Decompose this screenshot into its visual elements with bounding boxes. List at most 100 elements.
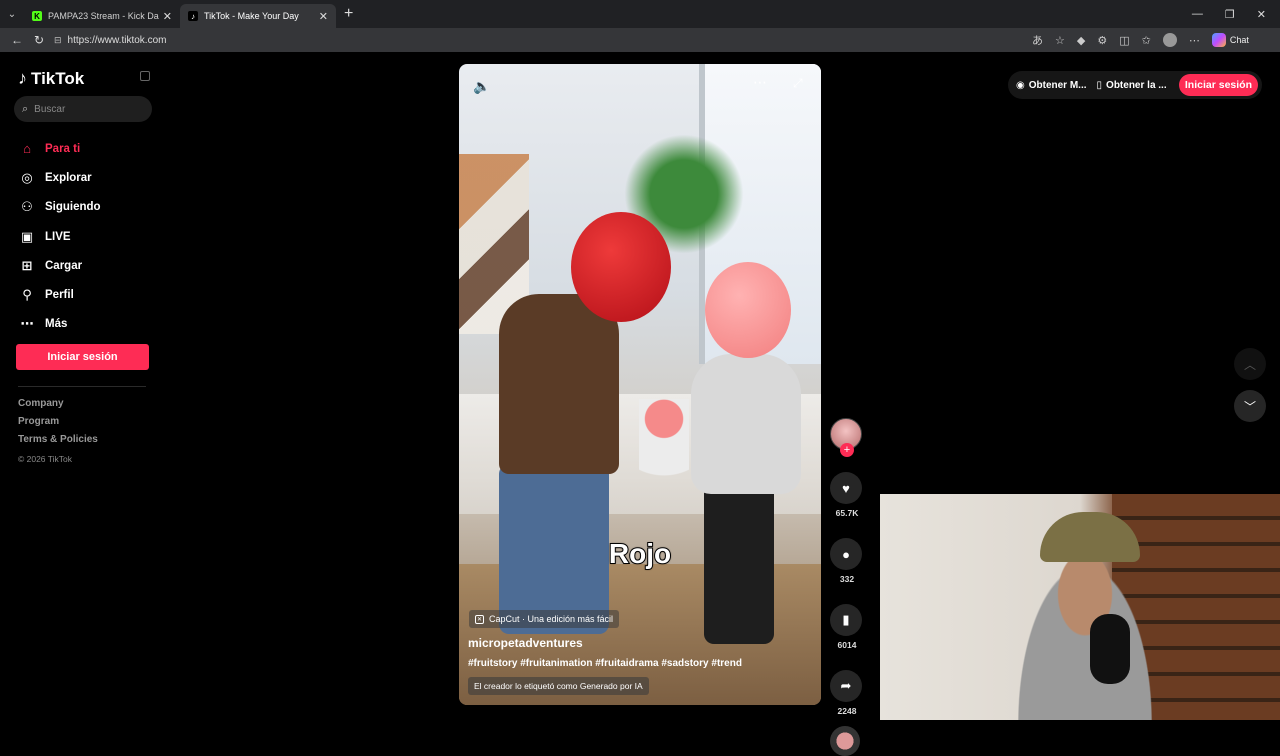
home-icon: ⌂ xyxy=(23,141,31,157)
sidebar-item-label: Explorar xyxy=(45,171,92,184)
collapse-sidebar-icon[interactable] xyxy=(140,71,150,81)
phone-icon: ▯ xyxy=(1096,79,1103,91)
url-field[interactable]: ⊟ https://www.tiktok.com xyxy=(54,31,1014,49)
restore-icon[interactable]: ❐ xyxy=(1225,8,1235,21)
site-info-icon[interactable]: ⊟ xyxy=(54,35,62,46)
footer-link-company[interactable]: Company xyxy=(18,398,98,416)
video-author[interactable]: micropetadventures xyxy=(468,636,583,650)
following-icon: ⚇ xyxy=(21,199,33,215)
video-more-icon[interactable]: ⋯ xyxy=(753,74,767,91)
reload-icon[interactable]: ↻ xyxy=(28,33,50,47)
video-scene-pink-apple-head xyxy=(705,262,791,358)
comment-count: 332 xyxy=(839,574,855,584)
chevron-up-icon: ︿ xyxy=(1243,357,1256,372)
profile-avatar[interactable] xyxy=(1162,33,1177,47)
share-count: 2248 xyxy=(837,706,857,716)
chat-label: Chat xyxy=(1229,35,1249,45)
live-icon: ▣ xyxy=(20,228,34,244)
kick-favicon-icon: K xyxy=(32,11,42,21)
video-scene-red-apple-head xyxy=(571,212,671,322)
video-scene-red-apple-body xyxy=(499,294,619,474)
music-disc-icon[interactable] xyxy=(830,726,860,756)
compass-icon: ◎ xyxy=(21,169,33,185)
tab-actions-menu-icon[interactable]: ⌄ xyxy=(0,0,24,28)
tiktok-note-icon: ♪ xyxy=(18,68,27,88)
browser-toolbar: あ ☆ ◆ ⚙ ◫ ✩ ⋯ Chat xyxy=(1032,32,1249,48)
capcut-badge[interactable]: ✕ CapCut · Una edición más fácil xyxy=(469,610,620,628)
save-button[interactable]: ▮ xyxy=(830,604,862,636)
webcam-microphone xyxy=(1090,614,1130,684)
tiktok-logo[interactable]: ♪ TikTok xyxy=(18,68,84,89)
split-screen-icon[interactable]: ◫ xyxy=(1119,34,1129,47)
get-mobile-app-link[interactable]: ▯ Obtener la ... xyxy=(1097,80,1167,91)
get-app-link[interactable]: ◉ Obtener M... xyxy=(1016,80,1087,91)
like-count: 65.7K xyxy=(835,508,859,518)
header-login-button[interactable]: Iniciar sesión xyxy=(1178,74,1258,96)
video-scene-small-apple xyxy=(639,399,689,509)
top-right-bar: ◉ Obtener M... ▯ Obtener la ... Iniciar … xyxy=(1008,71,1262,99)
sidebar-item-label: Perfil xyxy=(45,289,74,302)
sidebar-login-button[interactable]: Iniciar sesión xyxy=(16,344,149,370)
sidebar-item-perfil[interactable]: ⚲ Perfil xyxy=(18,280,101,309)
sidebar-footer: Company Program Terms & Policies © 2026 … xyxy=(18,398,98,464)
copilot-chat-button[interactable]: Chat xyxy=(1211,33,1249,47)
close-tab-icon[interactable]: ✕ xyxy=(319,10,328,23)
extensions-puzzle-icon[interactable]: ⚙ xyxy=(1097,34,1107,47)
sidebar-item-mas[interactable]: ⋯ Más xyxy=(18,310,101,339)
footer-link-program[interactable]: Program xyxy=(18,416,98,434)
browser-address-bar: ← ↻ ⊟ https://www.tiktok.com あ ☆ ◆ ⚙ ◫ ✩… xyxy=(0,28,1280,52)
favorites-icon[interactable]: ✩ xyxy=(1142,34,1151,47)
url-text: https://www.tiktok.com xyxy=(67,34,167,46)
tiktok-favicon-icon: ♪ xyxy=(188,11,198,21)
follow-plus-icon[interactable]: + xyxy=(840,443,854,457)
more-icon: ⋯ xyxy=(20,316,34,332)
creator-avatar[interactable]: + xyxy=(830,418,862,457)
like-button[interactable]: ♥ xyxy=(830,472,862,504)
comment-button[interactable]: ● xyxy=(830,538,862,570)
tab-kick-dashboard[interactable]: K PAMPA23 Stream - Kick Dashboard ✕ xyxy=(24,4,180,28)
get-app2-label: Obtener la ... xyxy=(1106,79,1167,91)
volume-icon[interactable]: 🔈 xyxy=(473,78,490,95)
app-icon: ◉ xyxy=(1016,79,1025,91)
tab-title: TikTok - Make Your Day xyxy=(204,11,299,21)
video-scene-pink-apple-body xyxy=(691,354,801,494)
extension-icon[interactable]: ◆ xyxy=(1077,34,1085,47)
favorite-star-icon[interactable]: ☆ xyxy=(1055,34,1065,47)
sidebar-item-cargar[interactable]: ⊞ Cargar xyxy=(18,251,101,280)
sidebar-nav: ⌂ Para ti ◎ Explorar ⚇ Siguiendo ▣ LIVE … xyxy=(18,134,101,339)
close-window-icon[interactable]: ✕ xyxy=(1257,8,1266,21)
next-video-button[interactable]: ﹀ xyxy=(1234,390,1266,422)
share-button[interactable]: ➦ xyxy=(830,670,862,702)
save-count: 6014 xyxy=(837,640,857,650)
new-tab-plus-icon[interactable]: + xyxy=(344,5,353,23)
window-controls: — ❐ ✕ xyxy=(1192,8,1280,21)
ai-generated-label: El creador lo etiquetó como Generado por… xyxy=(468,677,649,695)
video-caption-overlay: Rojo xyxy=(608,537,672,570)
upload-icon: ⊞ xyxy=(21,257,33,273)
footer-link-terms[interactable]: Terms & Policies xyxy=(18,434,98,452)
previous-video-button[interactable]: ︿ xyxy=(1234,348,1266,380)
sidebar-item-explorar[interactable]: ◎ Explorar xyxy=(18,163,101,192)
capcut-badge-text: CapCut · Una edición más fácil xyxy=(489,614,614,624)
minimize-icon[interactable]: — xyxy=(1192,8,1203,21)
copilot-icon xyxy=(1211,33,1226,47)
sidebar-item-live[interactable]: ▣ LIVE xyxy=(18,222,101,251)
sidebar-item-siguiendo[interactable]: ⚇ Siguiendo xyxy=(18,193,100,222)
close-tab-icon[interactable]: ✕ xyxy=(163,10,172,23)
search-input[interactable] xyxy=(34,103,135,115)
tab-tiktok[interactable]: ♪ TikTok - Make Your Day ✕ xyxy=(180,4,336,28)
video-player[interactable]: 🔈 ⋯ ⤢ Rojo ✕ CapCut · Una edición más fá… xyxy=(459,64,821,705)
settings-more-icon[interactable]: ⋯ xyxy=(1189,34,1200,47)
back-arrow-icon[interactable]: ← xyxy=(6,33,28,47)
search-box[interactable]: ⌕ xyxy=(14,96,152,122)
fullscreen-icon[interactable]: ⤢ xyxy=(793,76,803,91)
sidebar: ♪ TikTok ⌕ ⌂ Para ti ◎ Explorar ⚇ Siguie… xyxy=(0,54,170,720)
translate-icon[interactable]: あ xyxy=(1032,32,1043,48)
sidebar-item-para-ti[interactable]: ⌂ Para ti xyxy=(18,134,101,163)
video-action-rail: + ♥ 65.7K ● 332 ▮ 6014 ➦ 2248 xyxy=(830,418,864,756)
get-app-label: Obtener M... xyxy=(1028,79,1087,91)
webcam-overlay xyxy=(880,494,1280,720)
video-hashtags[interactable]: #fruitstory #fruitanimation #fruitaidram… xyxy=(468,658,742,669)
share-arrow-icon: ➦ xyxy=(840,678,852,693)
profile-icon: ⚲ xyxy=(22,287,32,303)
